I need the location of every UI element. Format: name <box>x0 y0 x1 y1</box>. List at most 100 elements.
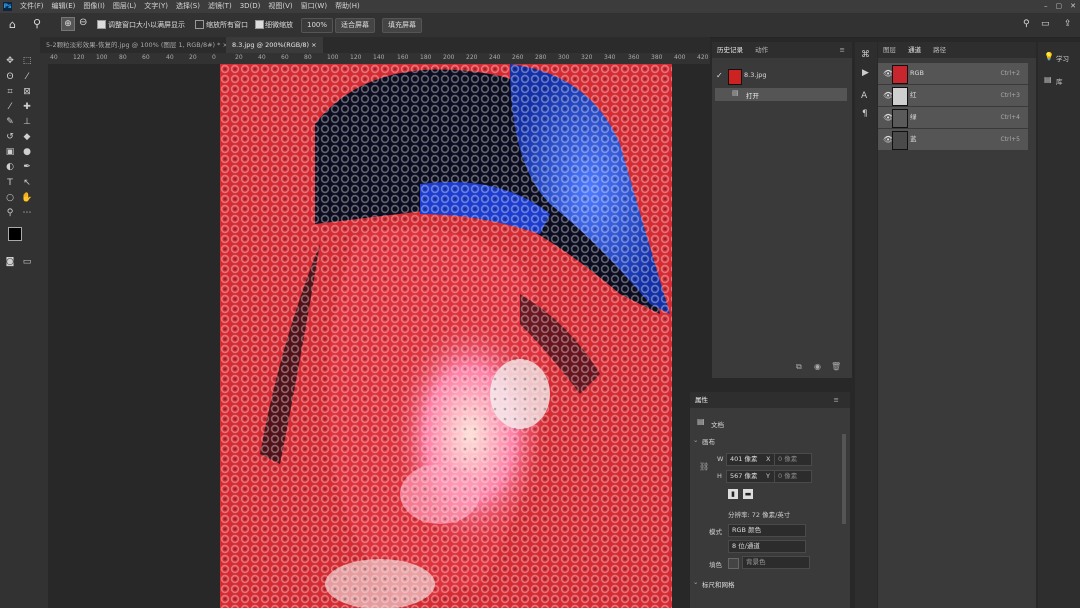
menu-image[interactable]: 图像(I) <box>79 0 109 13</box>
dodge-tool-icon[interactable]: ◐ <box>4 161 16 173</box>
fit-screen-button[interactable]: 适合屏幕 <box>335 18 375 33</box>
y-field[interactable]: 0 像素 <box>774 470 812 483</box>
fill-screen-button[interactable]: 填充屏幕 <box>382 18 422 33</box>
menu-3d[interactable]: 3D(D) <box>236 0 265 13</box>
marquee-tool-icon[interactable]: ⬚ <box>21 55 33 67</box>
zoom-tool-icon[interactable]: ⚲ <box>33 17 41 30</box>
zoom-level-field[interactable]: 100% <box>301 18 334 33</box>
foreground-color-swatch[interactable] <box>8 227 22 241</box>
gradient-tool-icon[interactable]: ▣ <box>4 146 16 158</box>
type-tool-icon[interactable]: T <box>4 177 16 189</box>
play-actions-icon[interactable]: ▶ <box>862 68 869 78</box>
workspace-icon[interactable]: ▭ <box>1041 19 1050 29</box>
eraser-tool-icon[interactable]: ◆ <box>21 131 33 143</box>
fill-select[interactable]: 背景色 <box>742 556 810 569</box>
lasso-tool-icon[interactable]: ʘ <box>4 71 16 83</box>
zoom-in-icon[interactable]: ⊕ <box>61 17 75 31</box>
tab-channels[interactable]: 通道 <box>903 46 926 54</box>
channel-row-green[interactable]: 👁 绿 Ctrl+4 <box>878 107 1028 128</box>
mode-select[interactable]: RGB 颜色 <box>728 524 806 537</box>
portrait-orientation-icon[interactable]: ▮ <box>728 489 738 499</box>
crop-tool-icon[interactable]: ⌗ <box>4 86 16 98</box>
ruler-tick-label: 160 <box>397 54 409 61</box>
tab-history[interactable]: 历史记录 <box>712 46 748 54</box>
share-icon[interactable]: ⇪ <box>1064 19 1072 29</box>
menu-filter[interactable]: 滤镜(T) <box>204 0 236 13</box>
library-icon[interactable]: ▤ <box>1044 75 1052 84</box>
menu-view[interactable]: 视图(V) <box>264 0 296 13</box>
tab-document-1[interactable]: 5-2颗粒淡彩效果-恢复的.jpg @ 100% (图层 1, RGB/8#) … <box>40 37 234 53</box>
tab-close-icon[interactable]: × <box>311 41 316 49</box>
character-panel-icon[interactable]: A <box>861 91 867 101</box>
ellipse-tool-icon[interactable]: ○ <box>4 192 16 204</box>
new-document-from-state-icon[interactable]: ⧉ <box>796 362 802 372</box>
menu-layer[interactable]: 图层(L) <box>109 0 140 13</box>
quick-mask-icon[interactable]: ◙ <box>4 256 16 268</box>
zoom-all-checkbox[interactable] <box>195 20 204 29</box>
frame-tool-icon[interactable]: ⊠ <box>21 86 33 98</box>
menu-file[interactable]: 文件(F) <box>16 0 48 13</box>
resize-windows-checkbox[interactable] <box>97 20 106 29</box>
zoom-out-icon[interactable]: ⊖ <box>79 17 87 28</box>
fill-swatch[interactable] <box>728 558 739 569</box>
pen-tool-icon[interactable]: ✒ <box>21 161 33 173</box>
tab-paths[interactable]: 路径 <box>928 46 951 54</box>
history-state-row[interactable]: ▤ 打开 <box>715 88 847 101</box>
brush-tool-icon[interactable]: ✎ <box>4 116 16 128</box>
pixel-bead-artwork[interactable] <box>220 64 672 608</box>
chevron-down-icon[interactable]: ⌄ <box>693 578 698 586</box>
paragraph-panel-icon[interactable]: ¶ <box>862 109 868 119</box>
blur-tool-icon[interactable]: ● <box>21 146 33 158</box>
ruler-tick-label: 120 <box>350 54 362 61</box>
home-icon[interactable]: ⌂ <box>9 18 16 31</box>
ruler-tick-label: 40 <box>50 54 58 61</box>
tab-actions[interactable]: 动作 <box>750 46 773 54</box>
search-icon[interactable]: ⚲ <box>1023 19 1030 29</box>
link-icon[interactable]: ⛓ <box>699 462 709 471</box>
healing-brush-tool-icon[interactable]: ✚ <box>21 101 33 113</box>
tab-document-2[interactable]: 8.3.jpg @ 200%(RGB/8) × <box>226 37 323 53</box>
properties-scrollbar[interactable] <box>842 434 846 524</box>
menu-window[interactable]: 窗口(W) <box>297 0 331 13</box>
panel-menu-icon[interactable]: ≡ <box>829 392 844 408</box>
scrubby-zoom-checkbox[interactable] <box>255 20 264 29</box>
width-label: W <box>717 455 724 463</box>
x-field[interactable]: 0 像素 <box>774 453 812 466</box>
chevron-down-icon[interactable]: ⌄ <box>693 436 698 444</box>
menu-help[interactable]: 帮助(H) <box>331 0 364 13</box>
path-select-tool-icon[interactable]: ↖ <box>21 177 33 189</box>
camera-icon[interactable]: ◉ <box>814 362 821 371</box>
bit-depth-select[interactable]: 8 位/通道 <box>728 540 806 553</box>
tab-layers[interactable]: 图层 <box>878 46 901 54</box>
panel-menu-icon[interactable]: ≡ <box>835 42 850 58</box>
close-window-button[interactable]: ✕ <box>1070 0 1076 13</box>
zoom-tool-small-icon[interactable]: ⚲ <box>4 207 16 219</box>
history-snapshot-row[interactable]: ✓ 8.3.jpg <box>712 66 852 88</box>
learn-icon[interactable]: 💡 <box>1044 52 1054 61</box>
channel-row-rgb[interactable]: 👁 RGB Ctrl+2 <box>878 63 1028 84</box>
history-panel-icon[interactable]: ⌘ <box>861 50 870 60</box>
channel-row-blue[interactable]: 👁 蓝 Ctrl+5 <box>878 129 1028 150</box>
trash-icon[interactable]: 🗑 <box>831 362 841 371</box>
history-brush-source-icon[interactable]: ✓ <box>716 71 723 80</box>
landscape-orientation-icon[interactable]: ▬ <box>743 489 753 499</box>
history-brush-tool-icon[interactable]: ↺ <box>4 131 16 143</box>
move-tool-icon[interactable]: ✥ <box>4 55 16 67</box>
hand-tool-icon[interactable]: ✋ <box>21 192 33 204</box>
properties-title: 属性 <box>695 396 708 404</box>
more-tools-icon[interactable]: ⋯ <box>21 207 33 219</box>
tab-document-2-label: 8.3.jpg @ 200%(RGB/8) <box>232 41 310 49</box>
minimize-button[interactable]: – <box>1044 0 1048 13</box>
channel-row-red[interactable]: 👁 红 Ctrl+3 <box>878 85 1028 106</box>
quick-select-tool-icon[interactable]: ⁄ <box>21 71 33 83</box>
menu-select[interactable]: 选择(S) <box>172 0 204 13</box>
menu-type[interactable]: 文字(Y) <box>140 0 172 13</box>
screen-mode-icon[interactable]: ▭ <box>21 256 33 268</box>
eyedropper-tool-icon[interactable]: ⁄ <box>4 101 16 113</box>
resolution-text: 分辨率: 72 像素/英寸 <box>728 511 791 519</box>
menu-list: 文件(F) 编辑(E) 图像(I) 图层(L) 文字(Y) 选择(S) 滤镜(T… <box>16 0 364 13</box>
stamp-tool-icon[interactable]: ⊥ <box>21 116 33 128</box>
menu-edit[interactable]: 编辑(E) <box>48 0 80 13</box>
maximize-button[interactable]: ▢ <box>1056 0 1063 13</box>
library-label: 库 <box>1056 78 1063 86</box>
